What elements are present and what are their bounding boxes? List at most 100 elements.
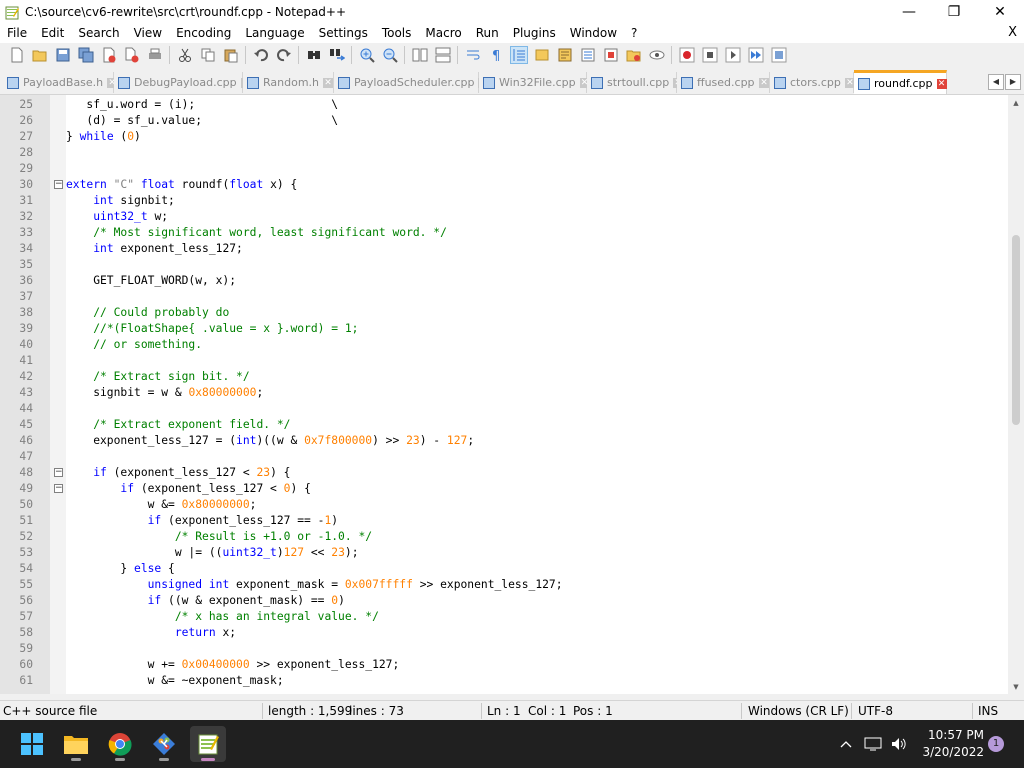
menu-encoding[interactable]: Encoding <box>169 23 238 43</box>
code-line[interactable]: 30 extern "C" float roundf(float x) { <box>0 177 1008 193</box>
code-line[interactable]: 58 return x; <box>0 625 1008 641</box>
run-macro-multiple-icon[interactable] <box>748 47 764 63</box>
new-file-icon[interactable] <box>9 47 25 63</box>
save-icon[interactable] <box>55 47 71 63</box>
tab-roundf-cpp[interactable]: roundf.cpp ✕ <box>854 70 947 94</box>
close-icon[interactable] <box>101 47 117 63</box>
tab-win32file-cpp[interactable]: Win32File.cpp ✕ <box>479 72 590 93</box>
project-panel-icon[interactable] <box>626 47 642 63</box>
code-line[interactable]: 37 <box>0 289 1008 305</box>
menu-macro[interactable]: Macro <box>418 23 468 43</box>
code-line[interactable]: 32 uint32_t w; <box>0 209 1008 225</box>
find-icon[interactable] <box>306 47 322 63</box>
doc-map-icon[interactable] <box>557 47 573 63</box>
save-all-icon[interactable] <box>78 47 94 63</box>
code-editor[interactable]: 25 sf_u.word = (i); \ 26 (d) = sf_u.value… <box>0 94 1024 694</box>
close-all-icon[interactable] <box>124 47 140 63</box>
stop-record-icon[interactable] <box>702 47 718 63</box>
tab-ctors-cpp[interactable]: ctors.cpp ✕ <box>770 72 855 93</box>
sync-horizontal-icon[interactable] <box>435 47 451 63</box>
tab-strtoull-cpp[interactable]: strtoull.cpp ✕ <box>587 72 684 93</box>
status-encoding[interactable]: UTF-8 <box>858 701 893 721</box>
folder-workspace-icon[interactable] <box>603 47 619 63</box>
code-line[interactable]: 57 /* x has an integral value. */ <box>0 609 1008 625</box>
maximize-button[interactable]: ❐ <box>931 0 977 23</box>
tab-close-icon[interactable]: ✕ <box>323 77 334 88</box>
tab-payloadbase-h[interactable]: PayloadBase.h ✕ <box>3 72 118 93</box>
sync-vertical-icon[interactable] <box>412 47 428 63</box>
replace-icon[interactable] <box>329 47 346 63</box>
fold-toggle-icon[interactable]: − <box>54 468 63 477</box>
code-line[interactable]: 33 /* Most significant word, least signi… <box>0 225 1008 241</box>
menu-tools[interactable]: Tools <box>375 23 419 43</box>
word-wrap-icon[interactable] <box>465 47 481 63</box>
code-line[interactable]: 54 } else { <box>0 561 1008 577</box>
record-macro-icon[interactable] <box>679 47 695 63</box>
code-line[interactable]: 48 if (exponent_less_127 < 23) { <box>0 465 1008 481</box>
code-line[interactable]: 28 <box>0 145 1008 161</box>
copy-icon[interactable] <box>200 47 216 63</box>
undo-icon[interactable] <box>253 47 269 63</box>
tab-scroll-right-button[interactable]: ▶ <box>1005 74 1021 90</box>
tab-scroll-left-button[interactable]: ◀ <box>988 74 1004 90</box>
redo-icon[interactable] <box>276 47 292 63</box>
code-line[interactable]: 25 sf_u.word = (i); \ <box>0 97 1008 113</box>
tab-close-icon[interactable]: ✕ <box>936 78 947 89</box>
notification-badge[interactable]: 1 <box>988 736 1004 752</box>
system-clock[interactable]: 10:57 PM 3/20/2022 <box>914 727 984 761</box>
code-line[interactable]: 51 if (exponent_less_127 == -1) <box>0 513 1008 529</box>
code-line[interactable]: 35 <box>0 257 1008 273</box>
code-line[interactable]: 52 /* Result is +1.0 or -1.0. */ <box>0 529 1008 545</box>
code-line[interactable]: 41 <box>0 353 1008 369</box>
menu-help[interactable]: ? <box>624 23 644 43</box>
code-line[interactable]: 59 <box>0 641 1008 657</box>
git-tool-icon[interactable] <box>146 726 182 762</box>
tab-ffused-cpp[interactable]: ffused.cpp ✕ <box>677 72 770 93</box>
code-line[interactable]: 31 int signbit; <box>0 193 1008 209</box>
open-file-icon[interactable] <box>32 47 48 63</box>
code-line[interactable]: 45 /* Extract exponent field. */ <box>0 417 1008 433</box>
indent-guide-icon[interactable] <box>510 46 528 64</box>
close-document-button[interactable]: X <box>1008 23 1017 43</box>
print-icon[interactable] <box>147 47 163 63</box>
code-line[interactable]: 38 // Could probably do <box>0 305 1008 321</box>
code-line[interactable]: 61 w &= ~exponent_mask; <box>0 673 1008 689</box>
code-line[interactable]: 46 exponent_less_127 = (int)((w & 0x7f80… <box>0 433 1008 449</box>
code-line[interactable]: 29 <box>0 161 1008 177</box>
menu-window[interactable]: Window <box>563 23 624 43</box>
code-line[interactable]: 40 // or something. <box>0 337 1008 353</box>
menu-file[interactable]: File <box>0 23 34 43</box>
tab-debugpayload-cpp[interactable]: DebugPayload.cpp ✕ <box>114 72 251 93</box>
code-line[interactable]: 34 int exponent_less_127; <box>0 241 1008 257</box>
code-line[interactable]: 43 signbit = w & 0x80000000; <box>0 385 1008 401</box>
status-eol[interactable]: Windows (CR LF) <box>748 701 849 721</box>
code-line[interactable]: 55 unsigned int exponent_mask = 0x007fff… <box>0 577 1008 593</box>
code-line[interactable]: 47 <box>0 449 1008 465</box>
zoom-in-icon[interactable] <box>359 47 375 63</box>
code-line[interactable]: 53 w |= ((uint32_t)127 << 23); <box>0 545 1008 561</box>
file-explorer-icon[interactable] <box>58 726 94 762</box>
menu-view[interactable]: View <box>127 23 169 43</box>
status-insert-mode[interactable]: INS <box>978 701 998 721</box>
chevron-up-icon[interactable] <box>836 720 856 768</box>
tab-payloadscheduler-cpp[interactable]: PayloadScheduler.cpp ✕ <box>334 72 489 93</box>
menu-plugins[interactable]: Plugins <box>506 23 563 43</box>
monitoring-icon[interactable] <box>649 47 665 63</box>
chrome-icon[interactable] <box>102 726 138 762</box>
windows-start-icon[interactable] <box>14 726 50 762</box>
paste-icon[interactable] <box>223 47 239 63</box>
code-line[interactable]: 36 GET_FLOAT_WORD(w, x); <box>0 273 1008 289</box>
tab-random-h[interactable]: Random.h ✕ <box>243 72 334 93</box>
user-language-icon[interactable] <box>534 47 550 63</box>
menu-search[interactable]: Search <box>71 23 126 43</box>
menu-run[interactable]: Run <box>469 23 506 43</box>
menu-language[interactable]: Language <box>238 23 311 43</box>
vertical-scrollbar[interactable]: ▲ ▼ <box>1008 95 1024 694</box>
cut-icon[interactable] <box>177 47 193 63</box>
network-icon[interactable] <box>862 720 884 768</box>
save-macro-icon[interactable] <box>771 47 787 63</box>
play-macro-icon[interactable] <box>725 47 741 63</box>
code-line[interactable]: 44 <box>0 401 1008 417</box>
code-line[interactable]: 42 /* Extract sign bit. */ <box>0 369 1008 385</box>
show-all-chars-icon[interactable]: ¶ <box>488 47 504 64</box>
